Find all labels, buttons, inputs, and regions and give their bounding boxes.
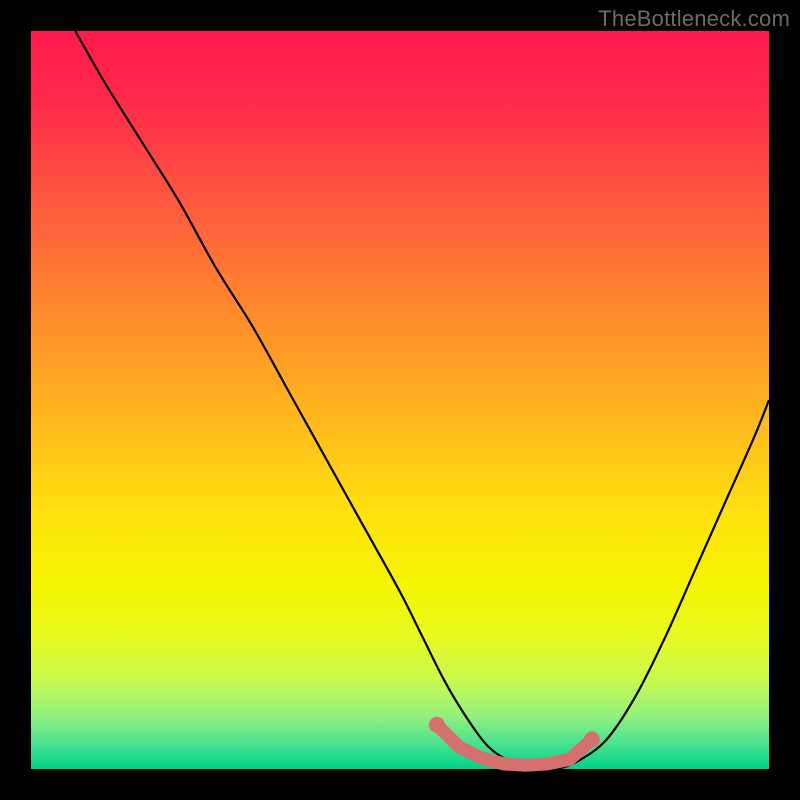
- chart-svg: [0, 0, 800, 800]
- flat-region-end-dot: [584, 731, 600, 747]
- bottleneck-curve-path: [75, 31, 769, 770]
- watermark-text: TheBottleneck.com: [598, 6, 790, 32]
- flat-region-highlight: [437, 725, 592, 766]
- flat-region-markers: [429, 717, 600, 766]
- chart-frame: TheBottleneck.com: [0, 0, 800, 800]
- curve-layer: [75, 31, 769, 770]
- flat-region-start-dot: [429, 717, 445, 733]
